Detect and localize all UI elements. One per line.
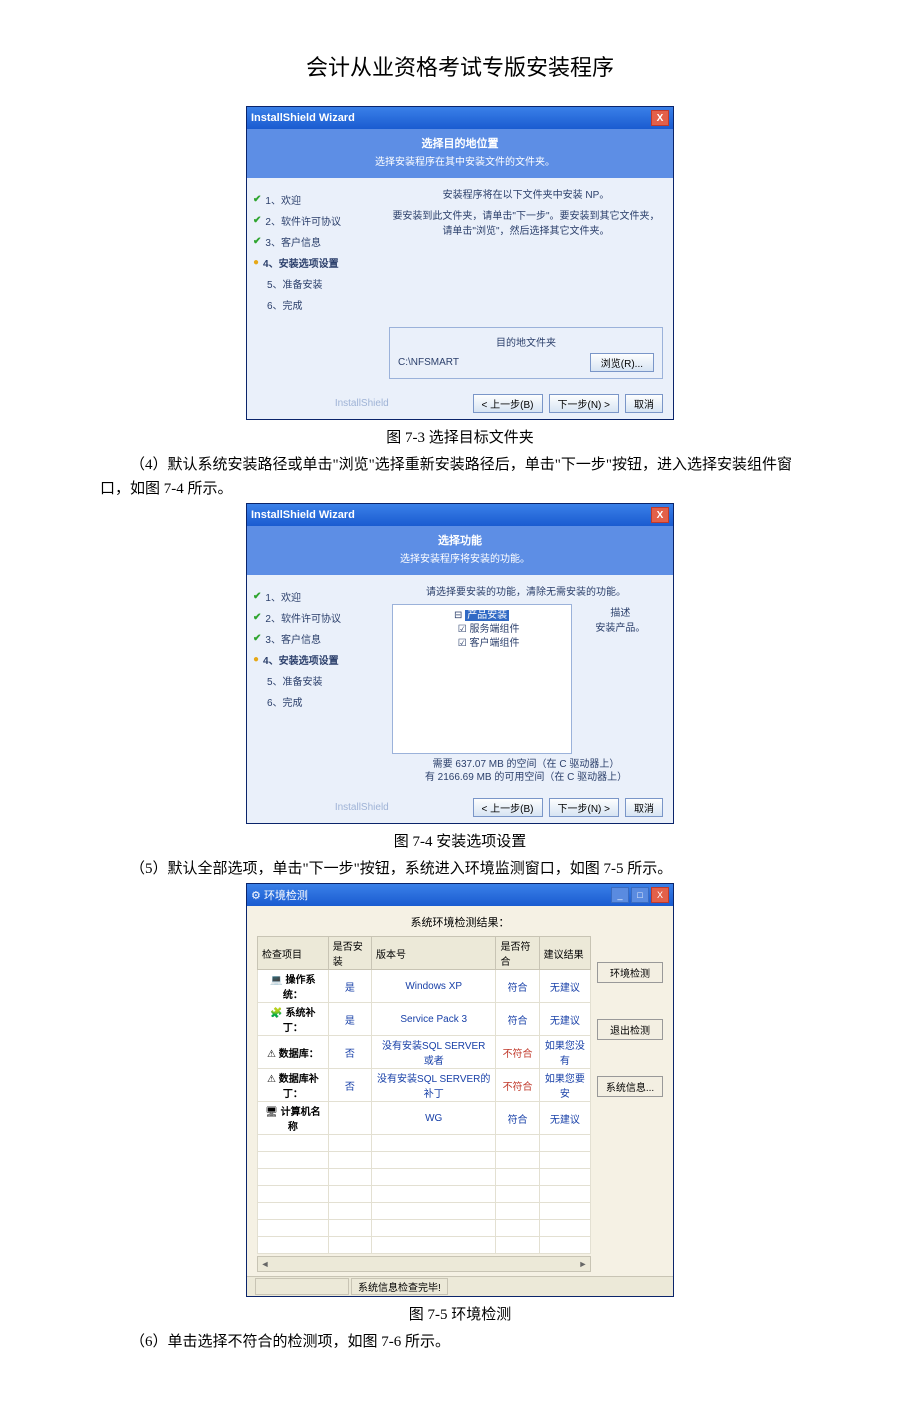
step-finish: 6、完成 xyxy=(267,694,303,709)
step-customer: 3、客户信息 xyxy=(265,234,321,249)
desc-title: 描述 xyxy=(580,604,660,619)
table-row[interactable]: ⚠ 数据库：否没有安装SQL SERVER 或者不符合如果您没有 xyxy=(258,1036,591,1069)
col-match[interactable]: 是否符合 xyxy=(496,937,539,970)
col-suggest[interactable]: 建议结果 xyxy=(539,937,590,970)
wizard-subheading: 选择安装程序将安装的功能。 xyxy=(267,550,663,565)
figure-caption-2: 图 7-4 安装选项设置 xyxy=(100,830,820,851)
close-icon[interactable]: X xyxy=(651,887,669,903)
table-row[interactable] xyxy=(258,1203,591,1220)
feature-msg: 请选择要安装的功能，清除无需安装的功能。 xyxy=(389,583,663,598)
browse-button[interactable]: 浏览(R)... xyxy=(590,353,654,372)
dest-label: 目的地文件夹 xyxy=(398,334,654,349)
step-finish: 6、完成 xyxy=(267,297,303,312)
step-license: 2、软件许可协议 xyxy=(265,213,341,228)
window-title: InstallShield Wizard xyxy=(251,112,355,124)
scroll-right-icon[interactable]: ► xyxy=(576,1259,590,1269)
install-msg-2: 要安装到此文件夹，请单击"下一步"。要安装到其它文件夹，请单击"浏览"，然后选择… xyxy=(389,207,663,237)
table-row[interactable]: 💻 操作系统：是Windows XP符合无建议 xyxy=(258,970,591,1003)
row-icon: 🧩 xyxy=(270,1008,282,1019)
gear-icon: ⚙ xyxy=(251,890,261,902)
table-row[interactable] xyxy=(258,1220,591,1237)
step-ready: 5、准备安装 xyxy=(267,673,323,688)
disk-need: 需要 637.07 MB 的空间（在 C 驱动器上） xyxy=(389,758,663,771)
paragraph-5: （5）默认全部选项，单击"下一步"按钮，系统进入环境监测窗口，如图 7-5 所示… xyxy=(100,857,820,881)
step-welcome: 1、欢迎 xyxy=(265,192,301,207)
close-icon[interactable]: X xyxy=(651,507,669,523)
status-text: 系统信息检查完毕! xyxy=(351,1278,448,1295)
row-icon: 💻 xyxy=(270,975,282,986)
tree-server[interactable]: 服务端组件 xyxy=(469,624,519,635)
paragraph-6: （6）单击选择不符合的检测项，如图 7-6 所示。 xyxy=(100,1330,820,1354)
col-installed[interactable]: 是否安装 xyxy=(328,937,371,970)
brand-label: InstallShield xyxy=(257,398,467,409)
step-options: 4、安装选项设置 xyxy=(263,255,339,270)
cancel-button[interactable]: 取消 xyxy=(625,394,663,413)
env-result-label: 系统环境检测结果： xyxy=(257,914,663,930)
wizard-window-1: InstallShield Wizard X 选择目的地位置 选择安装程序在其中… xyxy=(246,106,674,420)
step-license: 2、软件许可协议 xyxy=(265,610,341,625)
exit-check-button[interactable]: 退出检测 xyxy=(597,1019,663,1040)
table-row[interactable] xyxy=(258,1237,591,1254)
window-title: InstallShield Wizard xyxy=(251,509,355,521)
paragraph-4: （4）默认系统安装路径或单击"浏览"选择重新安装路径后，单击"下一步"按钮，进入… xyxy=(100,453,820,501)
next-button[interactable]: 下一步(N) > xyxy=(549,798,620,817)
check-icon: ✔ xyxy=(253,591,261,602)
cancel-button[interactable]: 取消 xyxy=(625,798,663,817)
maximize-icon[interactable]: □ xyxy=(631,887,649,903)
dest-path: C:\NFSMART xyxy=(398,357,459,368)
figure-caption-3: 图 7-5 环境检测 xyxy=(100,1303,820,1324)
env-title: 环境检测 xyxy=(264,890,308,902)
wizard-heading: 选择功能 xyxy=(257,532,663,548)
col-version[interactable]: 版本号 xyxy=(371,937,496,970)
check-icon: ✔ xyxy=(253,194,261,205)
tree-client[interactable]: 客户端组件 xyxy=(469,638,519,649)
table-row[interactable] xyxy=(258,1152,591,1169)
table-row[interactable] xyxy=(258,1135,591,1152)
col-item[interactable]: 检查项目 xyxy=(258,937,329,970)
desc-body: 安装产品。 xyxy=(580,619,660,634)
step-ready: 5、准备安装 xyxy=(267,276,323,291)
step-welcome: 1、欢迎 xyxy=(265,589,301,604)
check-icon: ✔ xyxy=(253,236,261,247)
page-title: 会计从业资格考试专版安装程序 xyxy=(100,50,820,82)
env-table: 检查项目 是否安装 版本号 是否符合 建议结果 💻 操作系统：是Windows … xyxy=(257,936,591,1254)
back-button[interactable]: < 上一步(B) xyxy=(473,798,543,817)
figure-caption-1: 图 7-3 选择目标文件夹 xyxy=(100,426,820,447)
minimize-icon[interactable]: _ xyxy=(611,887,629,903)
wizard-window-2: InstallShield Wizard X 选择功能 选择安装程序将安装的功能… xyxy=(246,503,674,824)
row-icon: 🖥 xyxy=(265,1107,278,1118)
h-scrollbar[interactable]: ◄ ► xyxy=(257,1256,591,1272)
wizard-subheading: 选择安装程序在其中安装文件的文件夹。 xyxy=(267,153,663,168)
table-row[interactable]: 🖥 计算机名称WG符合无建议 xyxy=(258,1102,591,1135)
wizard-heading: 选择目的地位置 xyxy=(257,135,663,151)
current-step-icon: ● xyxy=(253,654,259,665)
check-icon: ✔ xyxy=(253,612,261,623)
env-check-window: ⚙ 环境检测 _ □ X 系统环境检测结果： 检查项目 是 xyxy=(246,883,674,1297)
sysinfo-button[interactable]: 系统信息... xyxy=(597,1076,663,1097)
scroll-left-icon[interactable]: ◄ xyxy=(258,1259,272,1269)
tree-root[interactable]: 产品安装 xyxy=(465,610,509,621)
back-button[interactable]: < 上一步(B) xyxy=(473,394,543,413)
step-customer: 3、客户信息 xyxy=(265,631,321,646)
brand-label: InstallShield xyxy=(257,802,467,813)
close-icon[interactable]: X xyxy=(651,110,669,126)
step-list: ✔ 1、欢迎 ✔ 2、软件许可协议 ✔ 3、客户信息 ● 4、安装选项设置 5、准备安装… xyxy=(247,575,379,792)
table-row[interactable]: 🧩 系统补丁：是Service Pack 3符合无建议 xyxy=(258,1003,591,1036)
check-icon: ✔ xyxy=(253,215,261,226)
table-row[interactable] xyxy=(258,1186,591,1203)
feature-tree[interactable]: ⊟ 产品安装 ☑ 服务端组件 ☑ 客户端组件 xyxy=(392,604,572,754)
current-step-icon: ● xyxy=(253,257,259,268)
table-row[interactable] xyxy=(258,1169,591,1186)
disk-free: 有 2166.69 MB 的可用空间（在 C 驱动器上） xyxy=(389,771,663,784)
check-icon: ✔ xyxy=(253,633,261,644)
row-icon: ⚠ xyxy=(267,1074,276,1085)
install-msg-1: 安装程序将在以下文件夹中安装 NP。 xyxy=(389,186,663,201)
step-options: 4、安装选项设置 xyxy=(263,652,339,667)
step-list: ✔ 1、欢迎 ✔ 2、软件许可协议 ✔ 3、客户信息 ● 4、安装选项设置 5、准备安装… xyxy=(247,178,379,388)
next-button[interactable]: 下一步(N) > xyxy=(549,394,620,413)
env-check-button[interactable]: 环境检测 xyxy=(597,962,663,983)
table-row[interactable]: ⚠ 数据库补丁：否没有安装SQL SERVER的补丁不符合如果您要安 xyxy=(258,1069,591,1102)
row-icon: ⚠ xyxy=(267,1049,276,1060)
